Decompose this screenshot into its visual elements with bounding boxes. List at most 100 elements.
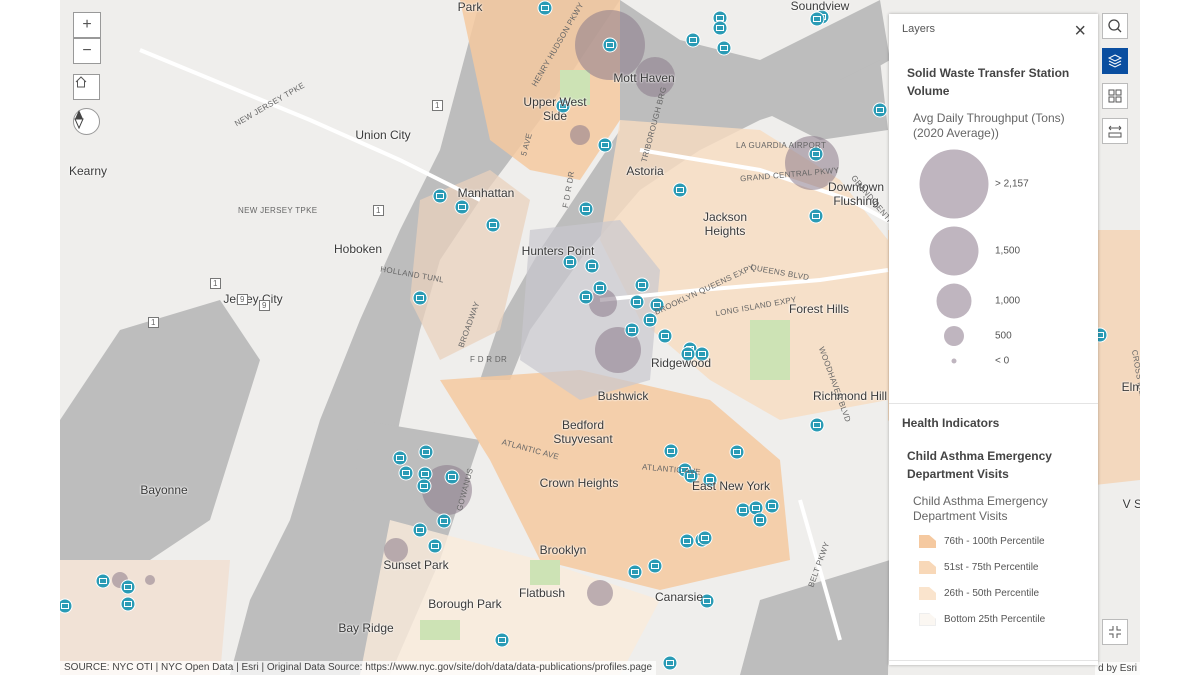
transfer-station-icon[interactable] <box>602 37 618 53</box>
transfer-station-icon[interactable] <box>444 469 460 485</box>
legend-class-label: 26th - 50th Percentile <box>944 588 1040 599</box>
legend-field-throughput: Avg Daily Throughput (Tons) (2020 Averag… <box>913 111 1065 140</box>
place-label: Jackson Heights <box>702 210 748 238</box>
transfer-station-icon[interactable] <box>712 20 728 36</box>
transfer-station-icon[interactable] <box>634 277 650 293</box>
transfer-station-icon[interactable] <box>578 201 594 217</box>
transfer-station-icon[interactable] <box>392 450 408 466</box>
search-button[interactable] <box>1102 13 1128 39</box>
legend-class-label: Bottom 25th Percentile <box>944 614 1046 625</box>
transfer-station-icon[interactable] <box>60 598 73 614</box>
place-label: Hoboken <box>333 242 383 256</box>
transfer-station-icon[interactable] <box>432 188 448 204</box>
place-label: Park <box>457 0 483 14</box>
legend-circle-sm <box>944 326 964 346</box>
layers-button[interactable] <box>1102 48 1128 74</box>
zoom-in-button[interactable]: + <box>73 12 101 38</box>
transfer-station-icon[interactable] <box>584 258 600 274</box>
legend-swatch <box>919 587 936 600</box>
attribution: SOURCE: NYC OTI | NYC Open Data | Esri |… <box>60 661 657 675</box>
road-label: 9 <box>259 300 270 311</box>
transfer-station-icon[interactable] <box>752 512 768 528</box>
place-label: Borough Park <box>428 597 502 611</box>
search-icon <box>1108 19 1122 33</box>
road-label: 1 <box>210 278 221 289</box>
place-label: Richmond Hill <box>812 389 888 403</box>
transfer-station-icon[interactable] <box>808 208 824 224</box>
transfer-station-icon[interactable] <box>578 289 594 305</box>
transfer-station-icon[interactable] <box>95 573 111 589</box>
transfer-station-icon[interactable] <box>642 312 658 328</box>
transfer-station-icon[interactable] <box>592 280 608 296</box>
transfer-station-icon[interactable] <box>657 328 673 344</box>
transfer-station-icon[interactable] <box>485 217 501 233</box>
transfer-station-icon[interactable] <box>716 40 732 56</box>
transfer-station-icon[interactable] <box>416 478 432 494</box>
transfer-station-icon[interactable] <box>398 465 414 481</box>
transfer-station-icon[interactable] <box>872 102 888 118</box>
place-label: Kearny <box>68 164 108 178</box>
place-label: Union City <box>355 128 411 142</box>
legend-circle-xs <box>951 358 957 364</box>
transfer-station-icon[interactable] <box>663 443 679 459</box>
transfer-station-icon[interactable] <box>537 0 553 16</box>
place-label: Brooklyn <box>539 543 587 557</box>
transfer-station-icon[interactable] <box>662 655 678 671</box>
transfer-station-icon[interactable] <box>685 32 701 48</box>
place-label: Upper West Side <box>523 95 587 123</box>
measure-button[interactable] <box>1102 118 1128 144</box>
transfer-station-icon[interactable] <box>412 522 428 538</box>
asthma-low-area <box>60 560 230 675</box>
road-label: NEW JERSEY TPKE <box>238 206 318 215</box>
place-label: Hunters Point <box>521 244 595 258</box>
place-label: Flatbush <box>518 586 566 600</box>
transfer-station-icon[interactable] <box>412 290 428 306</box>
transfer-station-icon[interactable] <box>697 530 713 546</box>
transfer-station-icon[interactable] <box>809 417 825 433</box>
place-label: Soundview <box>790 0 850 13</box>
compass-icon <box>74 110 84 129</box>
legend-swatch <box>919 561 936 574</box>
volume-circle[interactable] <box>587 580 613 606</box>
transfer-station-icon[interactable] <box>427 538 443 554</box>
zoom-out-button[interactable]: − <box>73 38 101 64</box>
transfer-station-icon[interactable] <box>629 294 645 310</box>
transfer-station-icon[interactable] <box>764 498 780 514</box>
transfer-station-icon[interactable] <box>729 444 745 460</box>
legend-class-label: 51st - 75th Percentile <box>944 562 1039 573</box>
transfer-station-icon[interactable] <box>454 199 470 215</box>
volume-circle[interactable] <box>145 575 155 585</box>
road-label: LA GUARDIA AIRPORT <box>736 141 827 150</box>
panel-title: Layers <box>902 23 936 35</box>
place-label: East New York <box>691 479 771 493</box>
place-label: Bayonne <box>140 483 188 497</box>
legend-button[interactable] <box>1102 83 1128 109</box>
place-label: Jersey City <box>223 292 283 306</box>
transfer-station-icon[interactable] <box>735 502 751 518</box>
volume-circle[interactable] <box>570 125 590 145</box>
legend-circle-md <box>936 283 972 319</box>
transfer-station-icon[interactable] <box>809 11 825 27</box>
transfer-station-icon[interactable] <box>624 322 640 338</box>
place-label: Bedford Stuyvesant <box>553 418 613 446</box>
place-label: Mott Haven <box>613 71 675 85</box>
transfer-station-icon[interactable] <box>120 596 136 612</box>
collapse-button[interactable] <box>1102 619 1128 645</box>
home-button[interactable] <box>73 74 100 100</box>
transfer-station-icon[interactable] <box>436 513 452 529</box>
transfer-station-icon[interactable] <box>679 533 695 549</box>
transfer-station-icon[interactable] <box>672 182 688 198</box>
transfer-station-icon[interactable] <box>647 558 663 574</box>
measure-icon <box>1108 125 1122 138</box>
transfer-station-icon[interactable] <box>494 632 510 648</box>
transfer-station-icon[interactable] <box>120 579 136 595</box>
home-icon <box>75 76 87 88</box>
place-label: Forest Hills <box>788 302 850 316</box>
compass-button[interactable] <box>73 108 100 135</box>
transfer-station-icon[interactable] <box>418 444 434 460</box>
close-icon[interactable]: × <box>1074 20 1086 43</box>
transfer-station-icon[interactable] <box>627 564 643 580</box>
layer-title-waste-volume: Solid Waste Transfer Station Volume <box>907 66 1070 98</box>
newark-bay <box>60 300 260 560</box>
transfer-station-icon[interactable] <box>597 137 613 153</box>
